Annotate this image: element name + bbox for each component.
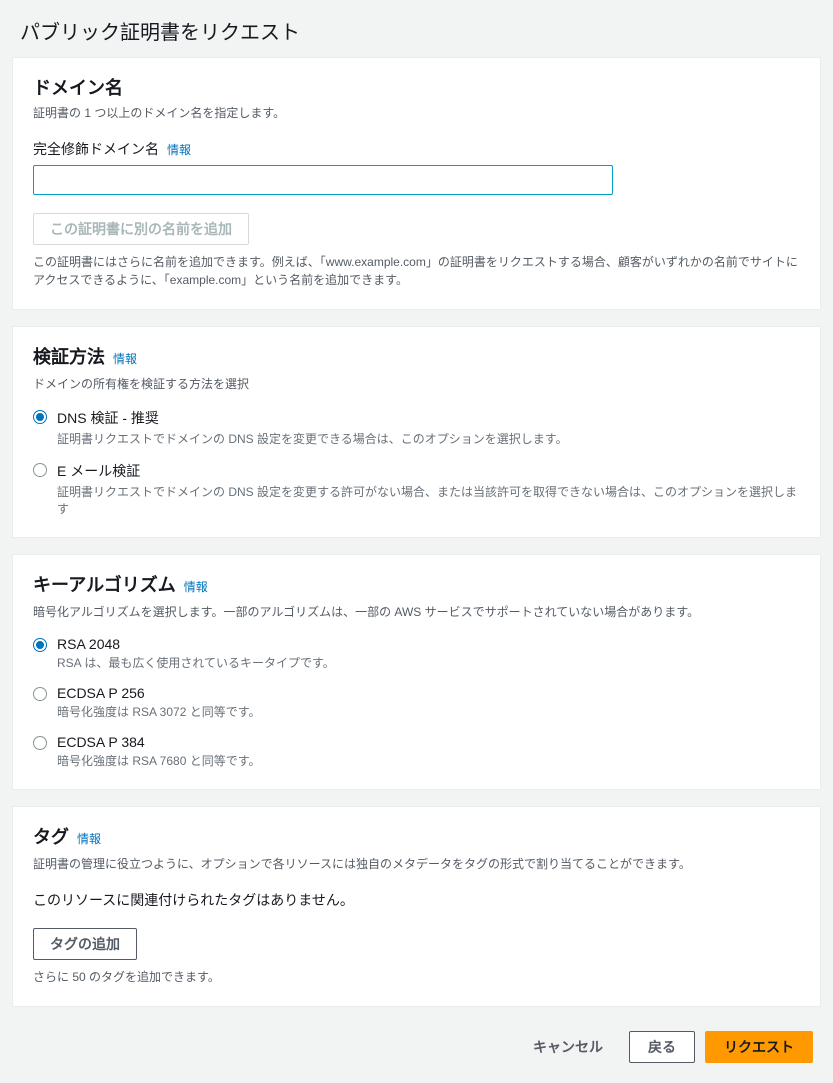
radio-icon — [33, 687, 47, 701]
cancel-button[interactable]: キャンセル — [517, 1032, 619, 1062]
algorithm-radio-group: RSA 2048 RSA は、最も広く使用されているキータイプです。 ECDSA… — [33, 636, 800, 769]
add-tag-button[interactable]: タグの追加 — [33, 928, 137, 960]
domain-title: ドメイン名 — [33, 74, 800, 100]
tags-title: タグ — [33, 823, 69, 849]
algorithm-radio-rsa2048[interactable]: RSA 2048 RSA は、最も広く使用されているキータイプです。 — [33, 636, 800, 671]
fqdn-info-link[interactable]: 情報 — [167, 141, 191, 158]
algorithm-info-link[interactable]: 情報 — [184, 578, 208, 595]
domain-panel: ドメイン名 証明書の 1 つ以上のドメイン名を指定します。 完全修飾ドメイン名 … — [12, 57, 821, 310]
validation-desc: ドメインの所有権を検証する方法を選択 — [33, 375, 800, 392]
algorithm-desc: 暗号化アルゴリズムを選択します。一部のアルゴリズムは、一部の AWS サービスで… — [33, 603, 800, 620]
tags-empty: このリソースに関連付けられたタグはありません。 — [33, 890, 800, 910]
add-name-button[interactable]: この証明書に別の名前を追加 — [33, 213, 249, 245]
fqdn-label: 完全修飾ドメイン名 — [33, 139, 159, 159]
domain-help: この証明書にはさらに名前を追加できます。例えば、「www.example.com… — [33, 253, 800, 289]
algorithm-radio-ecdsa256[interactable]: ECDSA P 256 暗号化強度は RSA 3072 と同等です。 — [33, 685, 800, 720]
radio-icon — [33, 638, 47, 652]
radio-label: RSA 2048 — [57, 636, 800, 652]
validation-info-link[interactable]: 情報 — [113, 350, 137, 367]
footer: キャンセル 戻る リクエスト — [0, 1023, 833, 1083]
back-button[interactable]: 戻る — [629, 1031, 695, 1063]
tags-desc: 証明書の管理に役立つように、オプションで各リソースには独自のメタデータをタグの形… — [33, 855, 800, 872]
algorithm-title: キーアルゴリズム — [33, 571, 176, 597]
radio-label: DNS 検証 - 推奨 — [57, 408, 800, 428]
radio-desc: 証明書リクエストでドメインの DNS 設定を変更できる場合は、このオプションを選… — [57, 430, 800, 447]
radio-label: ECDSA P 256 — [57, 685, 800, 701]
radio-icon — [33, 463, 47, 477]
radio-icon — [33, 736, 47, 750]
request-button[interactable]: リクエスト — [705, 1031, 813, 1063]
radio-desc: 暗号化強度は RSA 7680 と同等です。 — [57, 752, 800, 769]
domain-desc: 証明書の 1 つ以上のドメイン名を指定します。 — [33, 104, 800, 121]
tags-panel: タグ 情報 証明書の管理に役立つように、オプションで各リソースには独自のメタデー… — [12, 806, 821, 1007]
algorithm-panel: キーアルゴリズム 情報 暗号化アルゴリズムを選択します。一部のアルゴリズムは、一… — [12, 554, 821, 790]
algorithm-radio-ecdsa384[interactable]: ECDSA P 384 暗号化強度は RSA 7680 と同等です。 — [33, 734, 800, 769]
validation-panel: 検証方法 情報 ドメインの所有権を検証する方法を選択 DNS 検証 - 推奨 証… — [12, 326, 821, 538]
radio-label: ECDSA P 384 — [57, 734, 800, 750]
radio-desc: 証明書リクエストでドメインの DNS 設定を変更する許可がない場合、または当該許… — [57, 483, 800, 517]
page-title: パブリック証明書をリクエスト — [0, 0, 833, 57]
validation-title: 検証方法 — [33, 343, 105, 369]
validation-radio-dns[interactable]: DNS 検証 - 推奨 証明書リクエストでドメインの DNS 設定を変更できる場… — [33, 408, 800, 447]
tags-limit: さらに 50 のタグを追加できます。 — [33, 968, 800, 986]
radio-label: E メール検証 — [57, 461, 800, 481]
fqdn-input[interactable] — [33, 165, 613, 195]
radio-desc: RSA は、最も広く使用されているキータイプです。 — [57, 654, 800, 671]
tags-info-link[interactable]: 情報 — [77, 830, 101, 847]
radio-desc: 暗号化強度は RSA 3072 と同等です。 — [57, 703, 800, 720]
validation-radio-group: DNS 検証 - 推奨 証明書リクエストでドメインの DNS 設定を変更できる場… — [33, 408, 800, 517]
radio-icon — [33, 410, 47, 424]
validation-radio-email[interactable]: E メール検証 証明書リクエストでドメインの DNS 設定を変更する許可がない場… — [33, 461, 800, 517]
